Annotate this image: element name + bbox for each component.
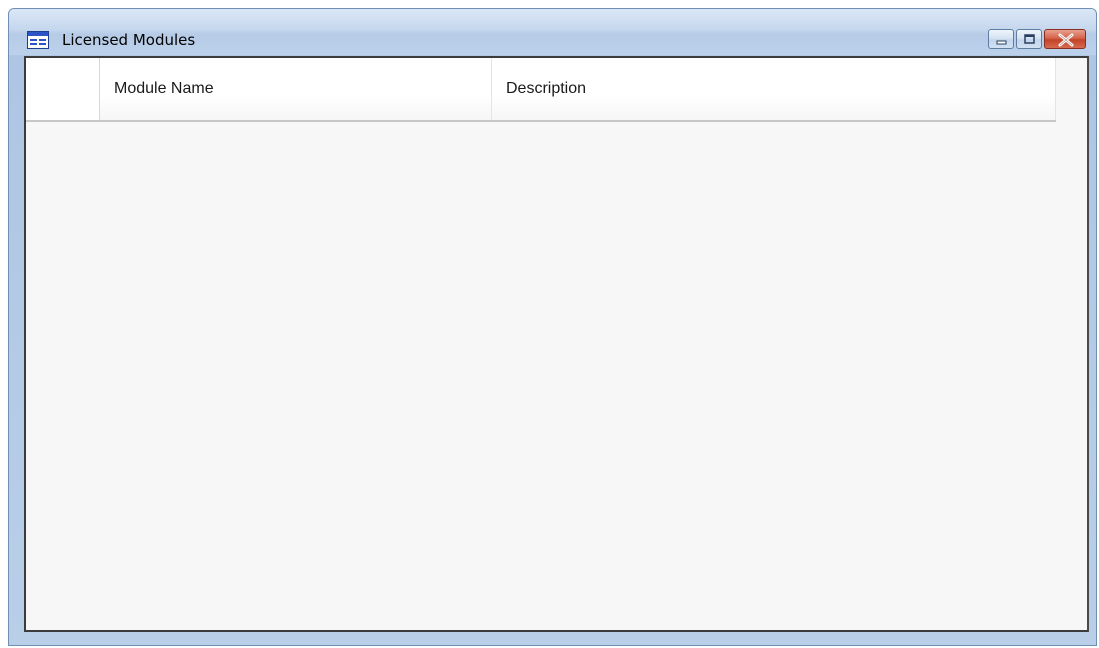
column-header-module-name[interactable]: Module Name bbox=[100, 58, 492, 120]
grid-header: Module Name Description bbox=[26, 58, 1056, 122]
column-header-description[interactable]: Description bbox=[492, 58, 1056, 120]
caption-buttons bbox=[986, 29, 1086, 51]
column-header-label: Description bbox=[506, 80, 587, 97]
licensed-modules-window: Licensed Modules Module Name Description bbox=[8, 8, 1097, 646]
title-bar[interactable]: Licensed Modules bbox=[9, 9, 1096, 55]
maximize-button[interactable] bbox=[1016, 29, 1042, 49]
column-header-label: Module Name bbox=[114, 80, 214, 97]
row-header-corner[interactable] bbox=[26, 58, 100, 120]
minimize-button[interactable] bbox=[988, 29, 1014, 49]
window-title: Licensed Modules bbox=[62, 31, 196, 49]
modules-grid[interactable]: Module Name Description bbox=[24, 56, 1089, 632]
maximize-icon bbox=[1024, 34, 1035, 44]
close-icon bbox=[1058, 33, 1074, 47]
minimize-icon bbox=[996, 40, 1007, 45]
close-button[interactable] bbox=[1044, 29, 1086, 49]
form-window-icon bbox=[27, 31, 49, 49]
